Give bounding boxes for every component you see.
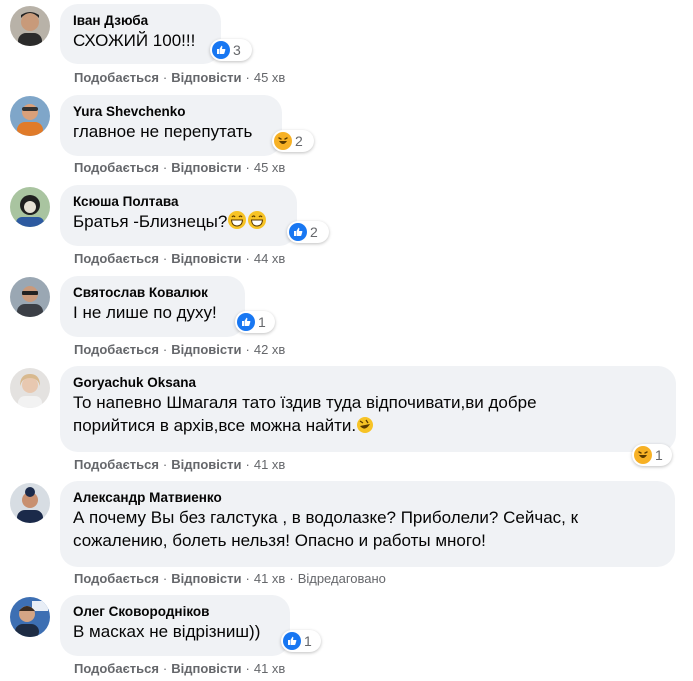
comment-time[interactable]: 41 хв <box>254 457 285 472</box>
reply-button[interactable]: Відповісти <box>171 251 241 266</box>
reply-button[interactable]: Відповісти <box>171 342 241 357</box>
comment-actions: Подобається · Відповісти · 45 хв <box>74 160 285 176</box>
separator-dot: · <box>245 661 250 676</box>
haha-icon <box>634 446 652 464</box>
separator-dot: · <box>162 70 168 85</box>
comment-text: Братья -Близнецы? <box>73 210 284 236</box>
reaction-count: 1 <box>258 314 266 330</box>
comment-bubble: Ксюша Полтава Братья -Близнецы? <box>60 185 297 246</box>
like-icon <box>283 632 301 650</box>
avatar[interactable] <box>10 483 50 523</box>
reaction-summary[interactable]: 2 <box>272 130 314 152</box>
comment-actions: Подобається · Відповісти · 45 хв <box>74 70 285 86</box>
reply-button[interactable]: Відповісти <box>171 571 241 586</box>
comment-bubble: Александр Матвиенко А почему Вы без галс… <box>60 481 675 567</box>
comment-text: главное не перепутать <box>73 122 253 141</box>
reply-button[interactable]: Відповісти <box>171 661 241 676</box>
reply-button[interactable]: Відповісти <box>171 457 241 472</box>
comment-time[interactable]: 41 хв <box>254 661 285 676</box>
comment-bubble: Іван Дзюба СХОЖИЙ 100!!! <box>60 4 221 64</box>
comment-time[interactable]: 45 хв <box>254 160 285 175</box>
comment-text: В масках не відрізниш)) <box>73 622 261 641</box>
reaction-count: 2 <box>310 224 318 240</box>
like-button[interactable]: Подобається <box>74 160 159 175</box>
comment-bubble: Святослав Ковалюк І не лише по духу! <box>60 276 245 337</box>
comment-author[interactable]: Александр Матвиенко <box>73 489 662 506</box>
avatar[interactable] <box>10 6 50 46</box>
like-icon <box>212 41 230 59</box>
comment-actions: Подобається · Відповісти · 41 хв <box>74 457 285 473</box>
reaction-summary[interactable]: 2 <box>287 221 329 243</box>
grin-emoji-icon <box>227 210 247 236</box>
comment-text-content: То напевно Шмагаля тато їздив туда відпо… <box>73 393 537 435</box>
comment-text: І не лише по духу! <box>73 303 217 322</box>
comment-author[interactable]: Yura Shevchenko <box>73 103 269 120</box>
avatar[interactable] <box>10 277 50 317</box>
separator-dot: · <box>162 160 168 175</box>
comment-time[interactable]: 42 хв <box>254 342 285 357</box>
avatar[interactable] <box>10 368 50 408</box>
comment-author[interactable]: Олег Сковородніков <box>73 603 277 620</box>
like-icon <box>289 223 307 241</box>
separator-dot: · <box>245 70 250 85</box>
separator-dot: · <box>245 342 250 357</box>
comment-text: СХОЖИЙ 100!!! <box>73 31 196 50</box>
reaction-count: 2 <box>295 133 303 149</box>
comment-text: А почему Вы без галстука , в водолазке? … <box>73 508 579 550</box>
separator-dot: · <box>245 571 250 586</box>
comment-author[interactable]: Ксюша Полтава <box>73 193 284 210</box>
like-button[interactable]: Подобається <box>74 251 159 266</box>
separator-dot: · <box>289 571 294 586</box>
reaction-count: 1 <box>304 633 312 649</box>
like-button[interactable]: Подобається <box>74 457 159 472</box>
comment-actions: Подобається · Відповісти · 42 хв <box>74 342 285 358</box>
separator-dot: · <box>245 457 250 472</box>
reply-button[interactable]: Відповісти <box>171 160 241 175</box>
comment-time[interactable]: 41 хв <box>254 571 285 586</box>
separator-dot: · <box>162 342 168 357</box>
comment-bubble: Олег Сковородніков В масках не відрізниш… <box>60 595 290 656</box>
reply-button[interactable]: Відповісти <box>171 70 241 85</box>
separator-dot: · <box>162 251 168 266</box>
haha-icon <box>274 132 292 150</box>
edited-label[interactable]: Відредаговано <box>298 571 386 586</box>
separator-dot: · <box>245 251 250 266</box>
reaction-count: 1 <box>655 447 663 463</box>
comment-text: То напевно Шмагаля тато їздив туда відпо… <box>73 391 593 440</box>
reaction-summary[interactable]: 1 <box>632 444 672 466</box>
comment-author[interactable]: Goryachuk Oksana <box>73 374 663 391</box>
comment-author[interactable]: Іван Дзюба <box>73 12 208 29</box>
like-button[interactable]: Подобається <box>74 571 159 586</box>
comment-bubble: Yura Shevchenko главное не перепутать <box>60 95 282 156</box>
reaction-count: 3 <box>233 42 241 58</box>
avatar[interactable] <box>10 96 50 136</box>
reaction-summary[interactable]: 1 <box>235 311 275 333</box>
separator-dot: · <box>245 160 250 175</box>
like-button[interactable]: Подобається <box>74 70 159 85</box>
reaction-summary[interactable]: 1 <box>281 630 321 652</box>
like-button[interactable]: Подобається <box>74 661 159 676</box>
comment-time[interactable]: 45 хв <box>254 70 285 85</box>
avatar[interactable] <box>10 187 50 227</box>
separator-dot: · <box>162 661 168 676</box>
separator-dot: · <box>162 571 168 586</box>
separator-dot: · <box>162 457 168 472</box>
comment-actions: Подобається · Відповісти · 41 хв · Відредагова… <box>74 571 386 587</box>
like-button[interactable]: Подобається <box>74 342 159 357</box>
like-icon <box>237 313 255 331</box>
reaction-summary[interactable]: 3 <box>210 39 252 61</box>
rofl-emoji-icon <box>356 416 374 440</box>
comment-actions: Подобається · Відповісти · 41 хв <box>74 661 285 677</box>
grin-emoji-icon <box>247 210 267 236</box>
comment-bubble: Goryachuk Oksana То напевно Шмагаля тато… <box>60 366 676 452</box>
comment-author[interactable]: Святослав Ковалюк <box>73 284 232 301</box>
avatar[interactable] <box>10 597 50 637</box>
comment-time[interactable]: 44 хв <box>254 251 285 266</box>
comment-text-content: Братья -Близнецы? <box>73 212 228 231</box>
comment-actions: Подобається · Відповісти · 44 хв <box>74 251 285 267</box>
